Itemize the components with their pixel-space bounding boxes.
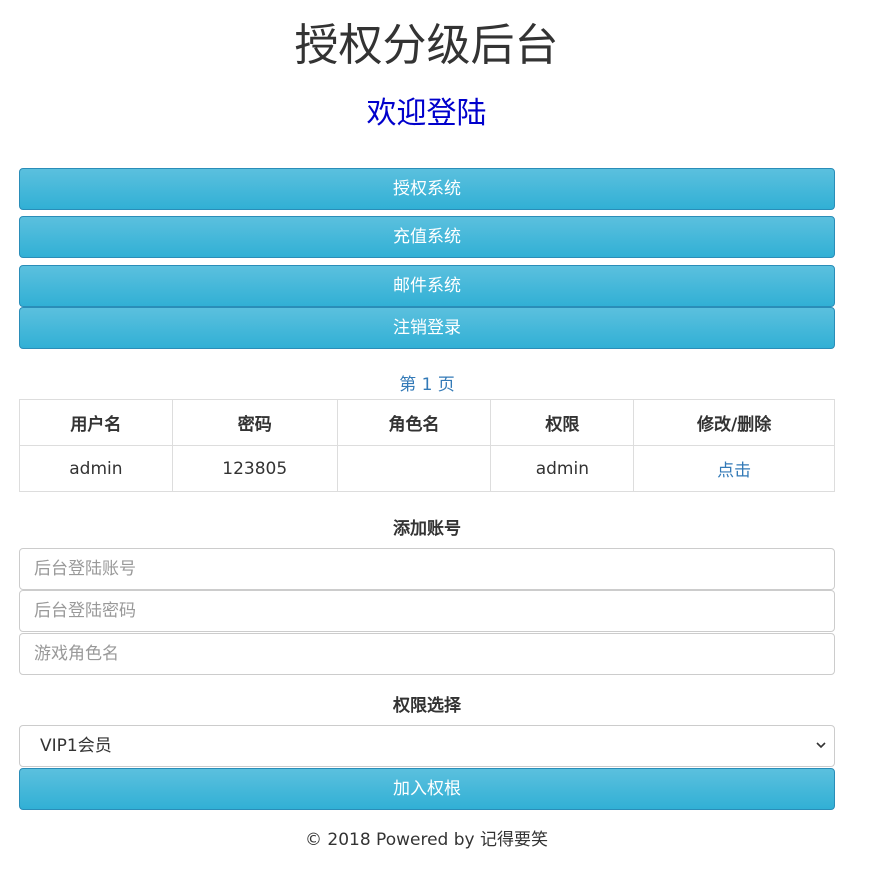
- recharge-system-button[interactable]: 充值系统: [19, 216, 835, 258]
- logout-button[interactable]: 注销登录: [19, 307, 835, 349]
- password-input[interactable]: [19, 590, 835, 632]
- admin-page: 授权分级后台 欢迎登陆 授权系统 充值系统 邮件系统 注销登录 第 1 页 用户…: [0, 0, 893, 895]
- role-name-input[interactable]: [19, 633, 835, 675]
- user-table: 用户名 密码 角色名 权限 修改/删除 admin 123805 admin 点…: [19, 399, 835, 492]
- welcome-heading: 欢迎登陆: [366, 96, 487, 131]
- column-header-username: 用户名: [19, 399, 173, 446]
- username-input[interactable]: [19, 548, 835, 590]
- column-header-permission: 权限: [490, 399, 635, 446]
- mail-system-button[interactable]: 邮件系统: [19, 265, 835, 307]
- footer-copyright: © 2018 Powered by 记得要笑: [304, 830, 548, 850]
- add-permission-button[interactable]: 加入权根: [19, 768, 835, 810]
- column-header-actions: 修改/删除: [633, 399, 835, 446]
- cell-username: admin: [19, 445, 173, 492]
- column-header-password: 密码: [171, 399, 338, 446]
- auth-system-button[interactable]: 授权系统: [19, 168, 835, 210]
- table-header-row: 用户名 密码 角色名 权限 修改/删除: [19, 399, 835, 446]
- permission-heading: 权限选择: [393, 696, 461, 716]
- edit-delete-link[interactable]: 点击: [633, 445, 835, 492]
- page-title: 授权分级后台: [294, 20, 559, 71]
- cell-permission: admin: [490, 445, 635, 492]
- cell-role: [336, 445, 492, 492]
- page-indicator[interactable]: 第 1 页: [19, 373, 835, 397]
- column-header-role: 角色名: [336, 399, 492, 446]
- table-row: admin 123805 admin 点击: [19, 445, 835, 492]
- permission-selected-value: VIP1会员: [40, 736, 112, 756]
- chevron-down-icon: [816, 742, 826, 749]
- cell-password: 123805: [171, 445, 338, 492]
- permission-select[interactable]: VIP1会员: [19, 725, 835, 767]
- add-account-heading: 添加账号: [393, 519, 461, 539]
